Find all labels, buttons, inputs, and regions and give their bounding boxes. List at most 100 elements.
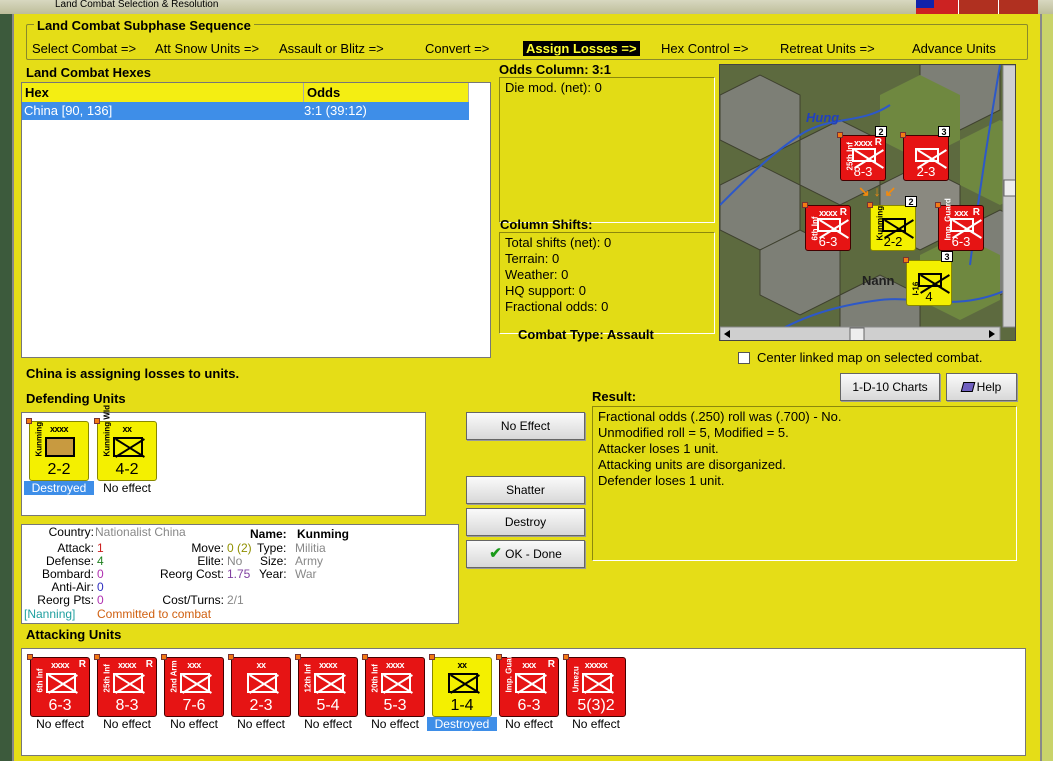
unit-status: No effect	[170, 717, 218, 731]
unit-counter[interactable]: xx 2-3	[228, 654, 291, 717]
shatter-button[interactable]: Shatter	[466, 476, 585, 504]
unit-size: xx	[457, 660, 467, 670]
linked-map[interactable]: Hung Nann xxxx 25th Inf R 8-3 2 2-3 3 xxxx 6th I…	[719, 64, 1016, 341]
unit-counter[interactable]: xx Kunming Wld 4-2	[94, 405, 157, 481]
charts-button[interactable]: 1-D-10 Charts	[840, 373, 940, 401]
stack-count-badge: 3	[938, 126, 950, 137]
info-country: Nationalist China	[95, 525, 186, 539]
result-line: Fractional odds (.250) roll was (.700) -…	[598, 409, 842, 424]
result-line: Unmodified roll = 5, Modified = 5.	[598, 425, 789, 440]
info-commit: Committed to combat	[97, 607, 212, 621]
map-label-nann: Nann	[862, 273, 895, 288]
unit-strength: 4-2	[115, 461, 139, 478]
result-title: Result:	[592, 389, 637, 404]
no-effect-button[interactable]: No Effect	[466, 412, 585, 440]
unit-type-symbol-icon	[582, 673, 612, 693]
unit-counter[interactable]: xxxx 6th Inf R 6-3	[27, 654, 90, 717]
unit-type-symbol-icon	[515, 673, 545, 693]
shifts-title: Column Shifts:	[500, 217, 593, 232]
unit-type-symbol-icon	[46, 673, 76, 693]
stack-count-badge: 2	[905, 196, 917, 207]
odds-title: Odds Column: 3:1	[499, 62, 611, 77]
unit-reserve-tag: R	[78, 659, 86, 670]
unit-reserve-tag: R	[547, 659, 555, 670]
unit-status: No effect	[237, 717, 285, 731]
step-select-combat: Select Combat =>	[32, 41, 137, 56]
hex-row[interactable]: China [90, 136] 3:1 (39:12)	[22, 102, 469, 120]
combat-type: Combat Type: Assault	[518, 327, 654, 342]
unit-strength: 5(3)2	[577, 697, 615, 714]
unit-counter[interactable]: xxx Imp. Guard R 6-3	[935, 198, 984, 251]
unit-strength: 8-3	[853, 164, 873, 179]
unit-strength: 6-3	[951, 234, 971, 249]
info-reorg-cost: 1.75	[227, 567, 251, 581]
minimize-button[interactable]	[958, 0, 998, 14]
unit-status: No effect	[103, 717, 151, 731]
unit-strength: 2-3	[249, 697, 273, 714]
info-reorg-cost-label: Reorg Cost:	[159, 567, 224, 581]
info-antiair: 0	[97, 580, 104, 594]
close-button[interactable]	[998, 0, 1038, 14]
info-size-label: Size:	[260, 554, 287, 568]
unit-counter[interactable]: xxxxx Umezu 5(3)2	[563, 654, 626, 717]
center-map-checkbox[interactable]	[738, 352, 750, 364]
unit-counter[interactable]: xxxx 25th Inf R 8-3 2	[837, 126, 887, 181]
unit-counter[interactable]: xxxx 20th Inf 5-3	[362, 654, 425, 717]
step-convert: Convert =>	[425, 41, 490, 56]
info-cost-turns-label: Cost/Turns:	[162, 593, 224, 607]
shift-fractional: Fractional odds: 0	[505, 299, 609, 314]
unit-counter[interactable]: xx 1-4	[429, 654, 492, 717]
shifts-box: Total shifts (net): 0 Terrain: 0 Weather…	[499, 232, 715, 334]
unit-strength: 2-3	[916, 164, 936, 179]
unit-counter[interactable]: xxxx 12th Inf 5-4	[295, 654, 358, 717]
unit-counter[interactable]: 2-3 3	[900, 126, 950, 181]
unit-counter[interactable]: Kunming 2-2 2	[867, 196, 917, 251]
unit-strength: 4	[925, 289, 933, 304]
info-country-label: Country:	[48, 525, 94, 539]
unit-marker-dot	[903, 257, 909, 263]
unit-counter[interactable]: xxxx 25th Inf R 8-3	[94, 654, 157, 717]
unit-strength: 2-2	[47, 461, 71, 478]
help-button[interactable]: Help	[946, 373, 1017, 401]
unit-strength: 5-3	[383, 697, 407, 714]
result-line: Defender loses 1 unit.	[598, 473, 725, 488]
unit-type-symbol-icon	[113, 437, 143, 457]
shift-weather: Weather: 0	[505, 267, 569, 282]
unit-strength: 1-4	[450, 697, 474, 714]
unit-strength: 2-2	[883, 234, 903, 249]
step-att-snow-units: Att Snow Units =>	[155, 41, 260, 56]
attack-arrows-icon: ↘ ↓ ↙	[858, 183, 897, 199]
right-backdrop	[1042, 14, 1053, 761]
destroy-button[interactable]: Destroy	[466, 508, 585, 536]
unit-counter[interactable]: xxx 2nd Arm 7-6	[161, 654, 224, 717]
unit-type-symbol-icon	[817, 218, 841, 232]
ok-done-button[interactable]: ✔ OK - Done	[466, 540, 585, 568]
attacking-title: Attacking Units	[26, 627, 122, 642]
info-move-label: Move:	[191, 541, 224, 555]
col-hex[interactable]: Hex	[22, 83, 304, 102]
unit-type-symbol-icon	[448, 673, 478, 693]
info-type-label: Type:	[257, 541, 287, 555]
info-year-label: Year:	[259, 567, 287, 581]
stack-count-badge: 2	[875, 126, 887, 137]
unit-type-symbol-icon	[852, 148, 876, 162]
unit-name: 6th Inf	[35, 668, 45, 693]
col-odds[interactable]: Odds	[304, 83, 469, 102]
info-defense-label: Defense:	[45, 554, 94, 568]
unit-name: Umezu	[571, 666, 581, 693]
unit-counter[interactable]: I-16 4 3	[903, 251, 953, 306]
unit-counter[interactable]: xxxx 6th Inf R 6-3	[802, 202, 851, 251]
combat-type-label: Combat Type:	[518, 327, 604, 342]
unit-counter[interactable]: xxxx Kunming 2-2	[26, 418, 89, 481]
hexes-title: Land Combat Hexes	[26, 65, 151, 80]
unit-type-symbol-icon	[113, 673, 143, 693]
info-name-label: Name:	[250, 527, 287, 541]
info-defense: 4	[97, 554, 104, 568]
unit-counter[interactable]: xxx Imp. Guard R 6-3	[496, 650, 559, 717]
step-hex-control: Hex Control =>	[661, 41, 749, 56]
info-move: 0 (2)	[227, 541, 252, 555]
unit-type-symbol-icon	[882, 218, 906, 232]
checkmark-icon: ✔	[489, 545, 502, 562]
info-name: Kunming	[297, 527, 349, 541]
unit-type-symbol-icon	[381, 673, 411, 693]
